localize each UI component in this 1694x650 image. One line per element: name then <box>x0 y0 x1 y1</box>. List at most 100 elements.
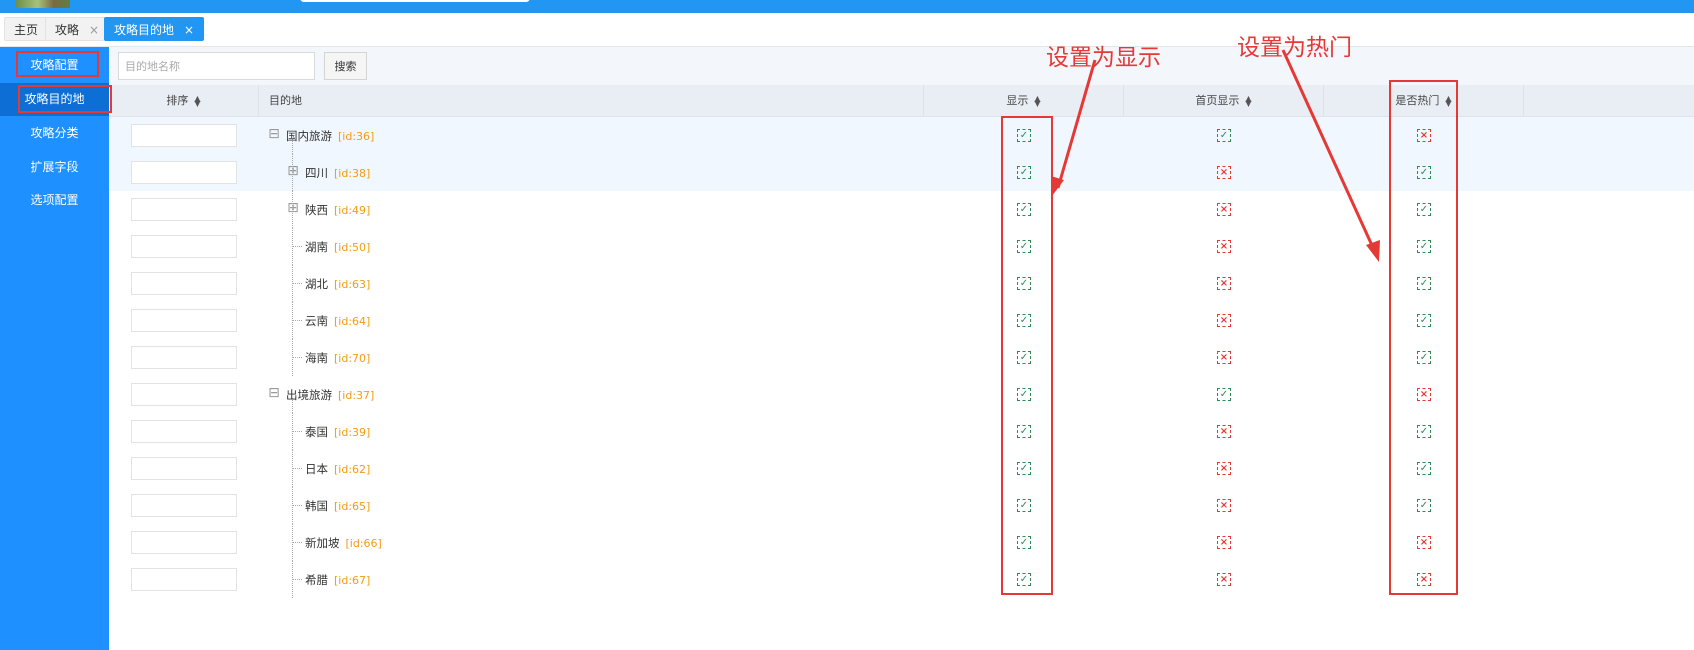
destination-name[interactable]: 泰国 [id:39] <box>305 424 370 440</box>
sort-order-input[interactable] <box>131 494 237 517</box>
sort-order-input[interactable] <box>131 420 237 443</box>
tree-connector <box>292 579 302 580</box>
destination-label: 韩国 <box>305 499 328 513</box>
tree-connector <box>292 246 302 247</box>
tree-guide-line <box>292 413 293 450</box>
tree-connector <box>292 468 302 469</box>
sort-order-input[interactable] <box>131 457 237 480</box>
annotation-box-guide-destination <box>18 85 112 113</box>
destination-id: [id:49] <box>334 204 371 217</box>
tree-guide-line <box>292 524 293 561</box>
tree-guide-line <box>292 487 293 524</box>
sort-order-input[interactable] <box>131 124 237 147</box>
tree-guide-line <box>292 191 293 228</box>
sort-icon[interactable]: ▲ ▼ <box>1034 95 1040 108</box>
tab-home[interactable]: 主页 <box>4 17 49 41</box>
destination-name[interactable]: 韩国 [id:65] <box>305 498 370 514</box>
checkbox-checked-icon[interactable]: ✓ <box>1217 388 1231 401</box>
sort-order-input[interactable] <box>131 272 237 295</box>
annotation-box-guide-config <box>16 51 99 77</box>
tree-guide-line <box>292 450 293 487</box>
sidebar-item-extend-fields[interactable]: 扩展字段 <box>0 151 109 184</box>
column-header-order[interactable]: 排序 ▲ ▼ <box>109 85 259 117</box>
close-icon[interactable]: × <box>184 23 194 37</box>
destination-name[interactable]: 湖南 [id:50] <box>305 239 370 255</box>
destination-name[interactable]: 希腊 [id:67] <box>305 572 370 588</box>
destination-name[interactable]: 出境旅游 [id:37] <box>286 387 374 403</box>
column-header-home-display[interactable]: 首页显示 ▲ ▼ <box>1124 85 1324 117</box>
sort-order-input[interactable] <box>131 161 237 184</box>
expand-icon[interactable]: ⊞ <box>287 164 299 178</box>
destination-id: [id:50] <box>334 241 371 254</box>
close-icon[interactable]: × <box>89 23 99 37</box>
annotation-box-hot-column <box>1389 80 1458 595</box>
destination-name[interactable]: 云南 [id:64] <box>305 313 370 329</box>
column-header-display[interactable]: 显示 ▲ ▼ <box>924 85 1124 117</box>
tree-guide-line <box>292 302 293 339</box>
sort-icon[interactable]: ▲ ▼ <box>1245 95 1251 108</box>
checkbox-x-icon[interactable]: × <box>1217 314 1231 327</box>
tab-guide[interactable]: 攻略 × <box>45 17 110 41</box>
collapse-icon[interactable]: ⊟ <box>268 386 280 400</box>
destination-label: 出境旅游 <box>286 388 332 402</box>
top-header-bar <box>0 0 1694 13</box>
annotation-label-hot: 设置为热门 <box>1237 35 1352 61</box>
checkbox-x-icon[interactable]: × <box>1217 351 1231 364</box>
annotation-box-display-column <box>1001 116 1053 595</box>
tree-connector <box>292 542 302 543</box>
tree-connector <box>292 505 302 506</box>
sort-order-input[interactable] <box>131 235 237 258</box>
destination-label: 陕西 <box>305 203 328 217</box>
destination-name[interactable]: 新加坡 [id:66] <box>305 535 382 551</box>
destination-search-input[interactable] <box>118 52 315 80</box>
checkbox-x-icon[interactable]: × <box>1217 240 1231 253</box>
tree-connector <box>292 320 302 321</box>
destination-name[interactable]: 四川 [id:38] <box>305 165 370 181</box>
sort-order-input[interactable] <box>131 346 237 369</box>
sort-order-input[interactable] <box>131 383 237 406</box>
tree-connector <box>292 357 302 358</box>
tree-connector <box>292 431 302 432</box>
checkbox-x-icon[interactable]: × <box>1217 203 1231 216</box>
destination-id: [id:37] <box>338 389 375 402</box>
sort-order-input[interactable] <box>131 309 237 332</box>
destination-id: [id:36] <box>338 130 375 143</box>
site-logo[interactable] <box>16 0 70 8</box>
sidebar-item-option-config[interactable]: 选项配置 <box>0 184 109 217</box>
checkbox-x-icon[interactable]: × <box>1217 499 1231 512</box>
sidebar-item-guide-category[interactable]: 攻略分类 <box>0 117 109 150</box>
header-search-field[interactable] <box>300 0 530 2</box>
tab-bar: 主页 攻略 × 攻略目的地 × <box>0 13 1694 47</box>
column-header-destination: 目的地 <box>259 85 924 117</box>
destination-id: [id:67] <box>334 574 371 587</box>
checkbox-x-icon[interactable]: × <box>1217 462 1231 475</box>
tree-connector <box>292 283 302 284</box>
destination-name[interactable]: 陕西 [id:49] <box>305 202 370 218</box>
tree-guide-line <box>292 339 293 376</box>
sort-order-input[interactable] <box>131 531 237 554</box>
destination-name[interactable]: 湖北 [id:63] <box>305 276 370 292</box>
checkbox-x-icon[interactable]: × <box>1217 277 1231 290</box>
sort-icon[interactable]: ▲ ▼ <box>194 95 200 108</box>
collapse-icon[interactable]: ⊟ <box>268 127 280 141</box>
destination-name[interactable]: 海南 [id:70] <box>305 350 370 366</box>
destination-name[interactable]: 日本 [id:62] <box>305 461 370 477</box>
expand-icon[interactable]: ⊞ <box>287 201 299 215</box>
destination-id: [id:65] <box>334 500 371 513</box>
destination-label: 国内旅游 <box>286 129 332 143</box>
checkbox-x-icon[interactable]: × <box>1217 573 1231 586</box>
destination-label: 湖北 <box>305 277 328 291</box>
checkbox-x-icon[interactable]: × <box>1217 536 1231 549</box>
destination-id: [id:63] <box>334 278 371 291</box>
destination-label: 希腊 <box>305 573 328 587</box>
checkbox-checked-icon[interactable]: ✓ <box>1217 129 1231 142</box>
search-button[interactable]: 搜索 <box>324 52 367 80</box>
tab-guide-destination[interactable]: 攻略目的地 × <box>104 17 205 41</box>
checkbox-x-icon[interactable]: × <box>1217 166 1231 179</box>
sort-order-input[interactable] <box>131 198 237 221</box>
destination-label: 云南 <box>305 314 328 328</box>
destination-name[interactable]: 国内旅游 [id:36] <box>286 128 374 144</box>
checkbox-x-icon[interactable]: × <box>1217 425 1231 438</box>
destination-label: 新加坡 <box>305 536 340 550</box>
sort-order-input[interactable] <box>131 568 237 591</box>
